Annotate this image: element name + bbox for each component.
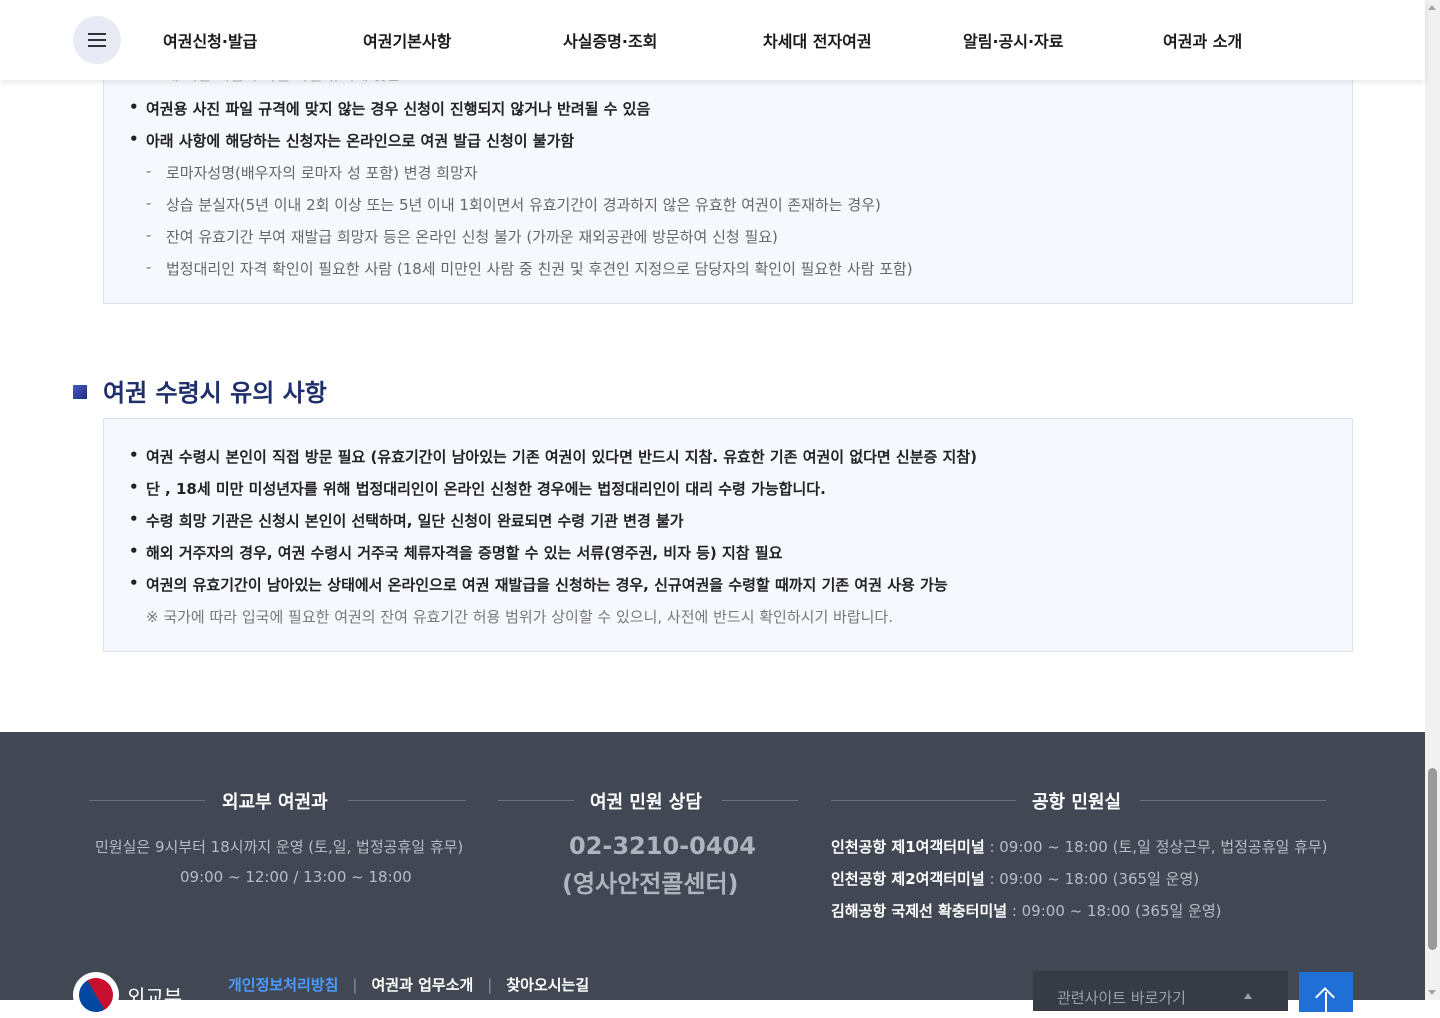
related-sites-select[interactable]: 관련사이트 바로가기	[1033, 971, 1288, 1011]
counseling-center: (영사안전콜센터)	[562, 870, 739, 898]
airport-incheon-t1: 인천공항 제1여객터미널 : 09:00 ~ 18:00 (토,일 정상근무, …	[831, 836, 1328, 857]
nav-certificate-inquiry[interactable]: 사실증명·조회	[563, 28, 657, 52]
page-scrollbar[interactable]	[1425, 0, 1440, 1000]
nav-notices[interactable]: 알림·공시·자료	[963, 28, 1063, 52]
directions-link[interactable]: 찾아오시는길	[506, 976, 589, 994]
bullet-minor-proxy: 단 , 18세 미만 미성년자를 위해 법정대리인이 온라인 신청한 경우에는 …	[129, 478, 826, 499]
bullet-online-not-allowed: 아래 사항에 해당하는 신청자는 온라인으로 여권 발급 신청이 불가함	[129, 130, 574, 151]
sub-item-romanized-name: 로마자성명(배우자의 로마자 성 포함) 변경 희망자	[146, 162, 478, 183]
site-footer: 외교부 여권과 민원실은 9시부터 18시까지 운영 (토,일, 법정공휴일 휴…	[0, 732, 1425, 1018]
scroll-thumb[interactable]	[1428, 768, 1437, 950]
link-separator: |	[352, 976, 358, 994]
footer-col-airport-title: 공항 민원실	[1032, 792, 1122, 813]
title-square-icon	[73, 385, 87, 399]
receipt-notes-box: 여권 수령시 본인이 직접 방문 필요 (유효기간이 남아있는 기존 여권이 있…	[103, 418, 1353, 652]
footer-links: 개인정보처리방침 | 여권과 업무소개 | 찾아오시는길	[228, 974, 589, 995]
office-hours-text: 민원실은 9시부터 18시까지 운영 (토,일, 법정공휴일 휴무)	[95, 838, 464, 856]
logo-text: 외교부	[127, 984, 183, 1009]
nav-passport-application[interactable]: 여권신청·발급	[163, 28, 257, 52]
divider	[89, 800, 205, 801]
arrow-stem	[1325, 992, 1327, 1012]
mofa-logo[interactable]: 외교부	[73, 972, 182, 1018]
menu-button[interactable]	[73, 16, 121, 64]
link-separator: |	[487, 976, 493, 994]
airport-hours: : 09:00 ~ 18:00 (365일 운영)	[984, 870, 1200, 888]
sub-item-remaining-validity: 잔여 유효기간 부여 재발급 희망자 등은 온라인 신청 불가 (가까운 재외공…	[146, 226, 778, 247]
airport-incheon-t2: 인천공항 제2여객터미널 : 09:00 ~ 18:00 (365일 운영)	[831, 868, 1199, 889]
business-intro-link[interactable]: 여권과 업무소개	[371, 976, 473, 994]
taegeuk-icon	[73, 972, 119, 1018]
bullet-visit-in-person: 여권 수령시 본인이 직접 방문 필요 (유효기간이 남아있는 기존 여권이 있…	[129, 446, 977, 467]
airport-hours: : 09:00 ~ 18:00 (토,일 정상근무, 법정공휴일 휴무)	[984, 838, 1328, 856]
airport-name: 인천공항 제2여객터미널	[831, 870, 985, 888]
office-hours-time: 09:00 ~ 12:00 / 13:00 ~ 18:00	[180, 868, 412, 886]
airport-hours: : 09:00 ~ 18:00 (365일 운영)	[1007, 902, 1222, 920]
hamburger-icon	[88, 33, 106, 47]
scroll-down-icon[interactable]	[1428, 990, 1436, 995]
divider	[348, 800, 466, 801]
bullet-overseas-resident: 해외 거주자의 경우, 여권 수령시 거주국 체류자격을 증명할 수 있는 서류…	[129, 542, 782, 563]
airport-gimhae: 김해공항 국제선 확충터미널 : 09:00 ~ 18:00 (365일 운영)	[831, 900, 1221, 921]
divider	[831, 800, 1016, 801]
scroll-top-button[interactable]	[1299, 972, 1353, 1012]
nav-next-gen-epassport[interactable]: 차세대 전자여권	[763, 28, 872, 52]
airport-name: 인천공항 제1여객터미널	[831, 838, 985, 856]
footer-col-counseling-title: 여권 민원 상담	[590, 792, 702, 813]
site-header: 여권신청·발급 여권기본사항 사실증명·조회 차세대 전자여권 알림·공시·자료…	[0, 0, 1425, 80]
bullet-receipt-office: 수령 희망 기관은 신청시 본인이 선택하며, 일단 신청이 완료되면 수령 기…	[129, 510, 684, 531]
divider	[498, 800, 574, 801]
validity-note: ※ 국가에 따라 입국에 필요한 여권의 잔여 유효기간 허용 범위가 상이할 …	[146, 608, 893, 626]
sub-item-legal-guardian: 법정대리인 자격 확인이 필요한 사람 (18세 미만인 사람 중 친권 및 후…	[146, 258, 913, 279]
bullet-existing-passport: 여권의 유효기간이 남아있는 상태에서 온라인으로 여권 재발급을 신청하는 경…	[129, 574, 948, 595]
footer-col-passport-office-title: 외교부 여권과	[222, 792, 328, 813]
airport-name: 김해공항 국제선 확충터미널	[831, 902, 1008, 920]
nav-passport-basics[interactable]: 여권기본사항	[363, 28, 451, 52]
bullet-photo-spec: 여권용 사진 파일 규격에 맞지 않는 경우 신청이 진행되지 않거나 반려될 …	[129, 98, 650, 119]
counseling-phone[interactable]: 02-3210-0404	[569, 832, 756, 860]
section-title-text: 여권 수령시 유의 사항	[103, 379, 327, 407]
sub-item-habitual-loss: 상습 분실자(5년 이내 2회 이상 또는 5년 이내 1회이면서 유효기간이 …	[146, 194, 881, 215]
scroll-up-icon[interactable]	[1428, 5, 1436, 10]
section-title: 여권 수령시 유의 사항	[73, 373, 327, 408]
divider	[1140, 800, 1326, 801]
privacy-policy-link[interactable]: 개인정보처리방침	[228, 976, 338, 994]
nav-about[interactable]: 여권과 소개	[1163, 28, 1242, 52]
divider	[722, 800, 798, 801]
